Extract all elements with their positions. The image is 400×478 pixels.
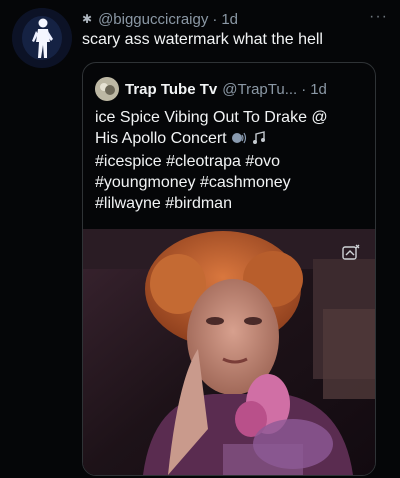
tweet-time[interactable]: 1d [221, 11, 238, 28]
quoted-video-media[interactable] [83, 229, 375, 475]
quoted-text-line: ice Spice Vibing Out To Drake @ [95, 109, 328, 126]
separator: · [301, 80, 307, 98]
quoted-avatar-icon [95, 77, 119, 101]
user-avatar[interactable] [12, 8, 72, 68]
quoted-user-avatar[interactable] [95, 77, 119, 101]
watermark-icon [341, 243, 361, 263]
tweet-text: scary ass watermark what the hell [82, 31, 323, 48]
avatar-figure-icon [12, 8, 72, 68]
separator: · [212, 10, 218, 28]
quoted-tweet[interactable]: Trap Tube Tv @TrapTu... · 1d ice Spice V… [82, 62, 376, 476]
quoted-tweet-text: ice Spice Vibing Out To Drake @ His Apol… [95, 107, 365, 214]
quoted-user-handle[interactable]: @TrapTu... [222, 81, 297, 98]
quoted-text-fragment: His Apollo Concert [95, 130, 227, 147]
hashtags-line[interactable]: #youngmoney #cashmoney [95, 172, 365, 193]
quoted-user-name[interactable]: Trap Tube Tv [125, 81, 217, 98]
hashtags-line[interactable]: #lilwayne #birdman [95, 193, 365, 214]
user-handle[interactable]: @bigguccicraigy [98, 11, 208, 28]
music-notes-icon [252, 130, 266, 151]
tweet[interactable]: ✱ @bigguccicraigy · 1d ··· scary ass wat… [0, 0, 400, 478]
speaking-head-icon [231, 130, 247, 151]
tweet-header: ✱ @bigguccicraigy · 1d [82, 8, 390, 30]
verified-dot-icon: ✱ [82, 12, 93, 26]
more-horizontal-icon[interactable]: ··· [369, 8, 388, 26]
video-frame-image [83, 229, 375, 475]
quoted-tweet-header: Trap Tube Tv @TrapTu... · 1d [95, 77, 365, 101]
hashtags-line[interactable]: #icespice #cleotrapa #ovo [95, 151, 365, 172]
quoted-tweet-time[interactable]: 1d [310, 81, 327, 98]
quoted-text-line: His Apollo Concert [95, 128, 365, 151]
